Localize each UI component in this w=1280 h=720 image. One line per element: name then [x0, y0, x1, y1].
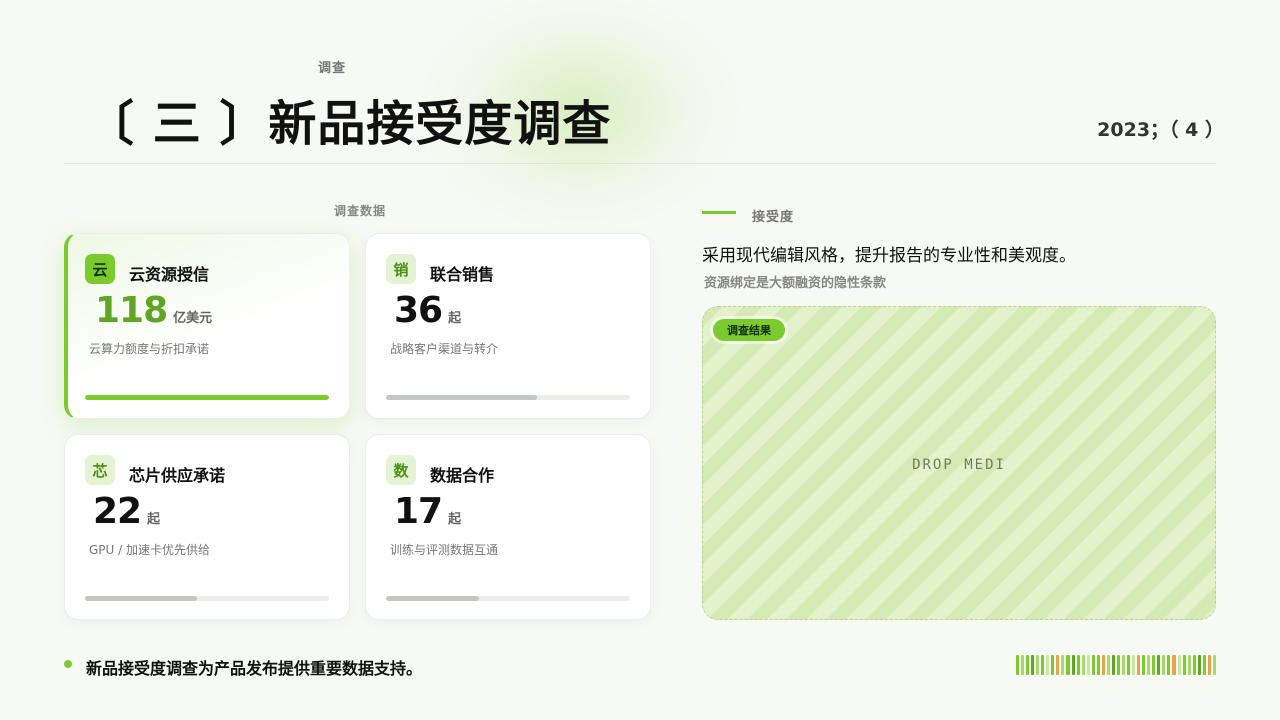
barcode-stripe — [1147, 655, 1151, 675]
barcode-stripe — [1152, 655, 1156, 675]
card-unit: 起 — [448, 512, 462, 527]
barcode-stripe — [1167, 655, 1171, 675]
barcode-stripe — [1157, 655, 1161, 675]
card-title: 数据合作 — [430, 466, 495, 485]
card-progress-fill — [386, 395, 538, 400]
barcode-stripe — [1137, 655, 1141, 675]
barcode-stripe — [1121, 655, 1126, 675]
barcode-stripe — [1106, 655, 1110, 675]
barcode-stripe — [1086, 655, 1090, 675]
barcode-stripe — [1056, 655, 1060, 675]
header-kicker: 调查 — [318, 61, 347, 76]
barcode-stripe — [1016, 655, 1020, 675]
card-value-row: 17 起 — [394, 491, 461, 532]
barcode-stripe — [1202, 655, 1206, 675]
barcode-stripe — [1036, 655, 1040, 675]
barcode-stripe — [1101, 655, 1105, 675]
card-badge-icon: 云 — [85, 254, 115, 284]
barcode-stripe — [1071, 655, 1075, 675]
barcode-stripe — [1132, 655, 1136, 675]
card-value: 36 — [394, 290, 443, 331]
card-title: 芯片供应承诺 — [129, 466, 226, 485]
right-section-sub: 资源绑定是大额融资的隐性条款 — [704, 276, 887, 291]
metric-card-chip-supply[interactable]: 芯 芯片供应承诺 22 起 GPU / 加速卡优先供给 — [64, 434, 350, 620]
barcode-stripe — [1046, 655, 1050, 675]
footer-text: 新品接受度调查为产品发布提供重要数据支持。 — [86, 659, 423, 678]
card-progress-track — [85, 395, 329, 400]
metric-card-cloud-credit[interactable]: 云 云资源授信 118 亿美元 云算力额度与折扣承诺 — [64, 233, 350, 419]
barcode-stripe — [1081, 655, 1085, 675]
barcode-stripe — [1207, 655, 1211, 675]
card-value: 118 — [95, 290, 168, 331]
barcode-stripe — [1076, 655, 1080, 675]
card-value-row: 118 亿美元 — [95, 290, 212, 331]
page-meta: 2023；（ 4 ） — [1097, 119, 1224, 141]
right-section-label: 接受度 — [752, 210, 795, 225]
card-progress-fill — [85, 395, 329, 400]
card-unit: 起 — [448, 311, 462, 326]
barcode-stripe — [1091, 655, 1095, 675]
barcode-stripe — [1177, 655, 1181, 675]
barcode-stripe — [1051, 655, 1055, 675]
card-badge-icon: 销 — [386, 254, 416, 284]
page-title: 〔 三 〕新品接受度调查 — [86, 96, 612, 152]
barcode-stripe — [1172, 655, 1176, 675]
barcode-stripe — [1182, 655, 1186, 675]
card-unit: 亿美元 — [173, 311, 213, 326]
barcode-stripe — [1066, 655, 1070, 675]
barcode-stripe — [1031, 655, 1035, 675]
barcode-stripe — [1111, 655, 1115, 675]
card-value: 22 — [93, 491, 142, 532]
barcode-stripe — [1026, 655, 1030, 675]
barcode-stripe — [1187, 655, 1191, 675]
metric-card-data-cooperation[interactable]: 数 数据合作 17 起 训练与评测数据互通 — [365, 434, 651, 620]
header-divider — [64, 163, 1216, 164]
card-badge-icon: 数 — [386, 455, 416, 485]
card-progress-track — [386, 395, 630, 400]
media-drop-zone[interactable]: 调查结果 DROP MEDI — [702, 306, 1216, 620]
card-progress-fill — [85, 596, 198, 601]
card-description: GPU / 加速卡优先供给 — [89, 543, 210, 557]
card-value: 17 — [394, 491, 443, 532]
card-progress-track — [85, 596, 329, 601]
media-placeholder-text: DROP MEDI — [912, 457, 1006, 473]
card-progress-fill — [386, 596, 479, 601]
barcode-stripe — [1061, 655, 1065, 675]
barcode-stripe — [1041, 655, 1045, 675]
right-section-lead: 采用现代编辑风格，提升报告的专业性和美观度。 — [702, 246, 1076, 266]
barcode-stripe — [1116, 655, 1120, 675]
barcode-stripe — [1142, 655, 1146, 675]
card-progress-track — [386, 596, 630, 601]
card-value-row: 36 起 — [394, 290, 461, 331]
metric-card-joint-sales[interactable]: 销 联合销售 36 起 战略客户渠道与转介 — [365, 233, 651, 419]
media-tag: 调查结果 — [713, 319, 785, 341]
card-description: 训练与评测数据互通 — [390, 543, 499, 557]
barcode-stripe — [1096, 655, 1100, 675]
barcode-stripe — [1192, 655, 1196, 675]
card-value-row: 22 起 — [93, 491, 160, 532]
card-title: 联合销售 — [430, 265, 495, 284]
barcode-stripe — [1021, 655, 1025, 675]
barcode-stripe — [1162, 655, 1166, 675]
footer-bullet-icon — [64, 660, 72, 668]
barcode-stripe — [1197, 655, 1201, 675]
barcode-decoration — [1016, 655, 1216, 675]
barcode-stripe — [1212, 655, 1216, 675]
card-description: 云算力额度与折扣承诺 — [89, 342, 210, 356]
card-unit: 起 — [147, 512, 161, 527]
barcode-stripe — [1127, 655, 1131, 675]
card-description: 战略客户渠道与转介 — [390, 342, 499, 356]
card-title: 云资源授信 — [129, 265, 210, 284]
data-section-label: 调查数据 — [334, 204, 387, 218]
card-badge-icon: 芯 — [85, 455, 115, 485]
right-section-accent-line — [702, 211, 736, 214]
